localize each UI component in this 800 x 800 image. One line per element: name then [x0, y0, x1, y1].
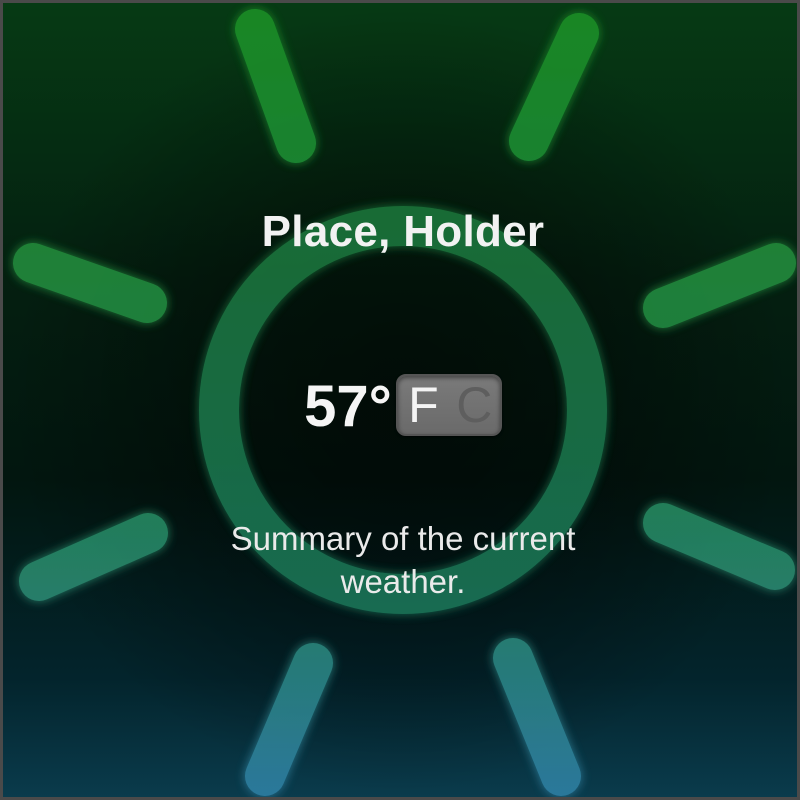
sun-ray	[509, 13, 599, 161]
sun-ray	[493, 638, 581, 796]
sun-ray	[643, 243, 796, 328]
sun-ray	[245, 643, 333, 796]
sun-ray	[235, 9, 316, 163]
temperature-value: 57°	[304, 374, 392, 439]
unit-toggle[interactable]: F C	[395, 374, 502, 436]
weather-summary: Summary of the current weather.	[230, 520, 576, 600]
location-title: Place, Holder	[261, 207, 545, 256]
temperature-row: 57° F C	[3, 365, 797, 445]
sun-ray	[13, 243, 167, 323]
weather-widget: Place, Holder 57° F C Summary of the cur…	[0, 0, 800, 800]
unit-celsius[interactable]: C	[449, 376, 500, 434]
unit-fahrenheit[interactable]: F	[398, 376, 449, 434]
